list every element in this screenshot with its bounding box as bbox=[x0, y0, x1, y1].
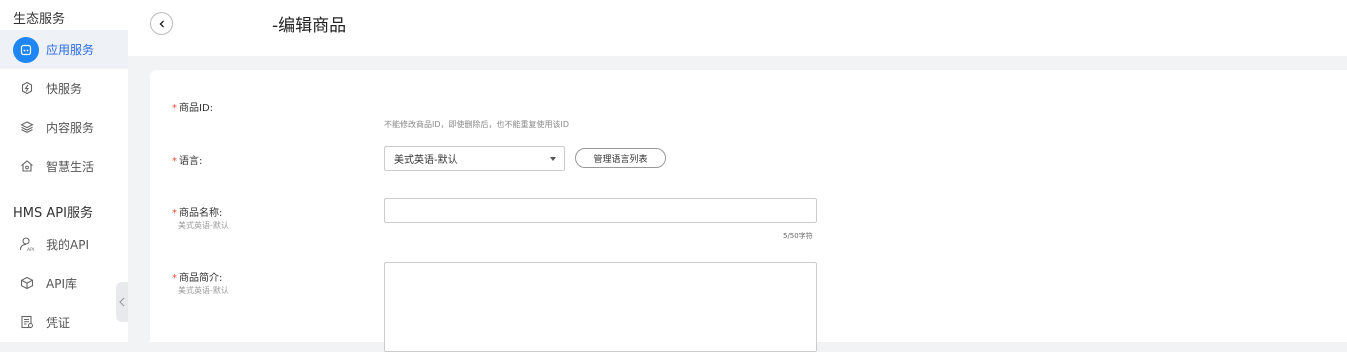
sidebar-item-label: API库 bbox=[46, 276, 77, 291]
product-id-hint: 不能修改商品ID，即使删除后，也不能重复使用该ID bbox=[384, 120, 570, 129]
sidebar: 生态服务 应用服务 快服务 内容服务 智慧生活 HMS API服务 API 我的… bbox=[0, 0, 128, 342]
content-services-icon bbox=[19, 119, 35, 135]
sidebar-item-smart-home[interactable]: 智慧生活 bbox=[0, 147, 128, 185]
sidebar-group-title: 生态服务 bbox=[13, 12, 66, 27]
chevron-left-icon bbox=[119, 297, 125, 307]
manage-languages-button[interactable]: 管理语言列表 bbox=[575, 148, 666, 168]
api-library-icon bbox=[19, 275, 35, 291]
sidebar-item-my-api[interactable]: API 我的API bbox=[0, 225, 128, 263]
my-api-icon: API bbox=[19, 236, 35, 252]
language-select[interactable]: 美式英语-默认 bbox=[384, 146, 565, 171]
product-name-label: * 商品名称: bbox=[172, 208, 223, 219]
product-name-input[interactable] bbox=[384, 198, 817, 223]
sidebar-item-quick-services[interactable]: 快服务 bbox=[0, 69, 128, 107]
credentials-icon bbox=[19, 314, 35, 330]
edit-product-form: * 商品ID: 不能修改商品ID，即使删除后，也不能重复使用该ID * 语言: 美式… bbox=[150, 70, 1347, 352]
product-id-label: * 商品ID: bbox=[172, 103, 214, 114]
language-selected-value: 美式英语-默认 bbox=[394, 155, 458, 166]
sidebar-group-title: HMS API服务 bbox=[13, 206, 93, 221]
sidebar-item-label: 智慧生活 bbox=[46, 159, 95, 174]
sidebar-item-label: 应用服务 bbox=[46, 43, 95, 57]
sidebar-item-credentials[interactable]: 凭证 bbox=[0, 303, 128, 341]
back-button[interactable] bbox=[150, 12, 173, 35]
smart-home-icon bbox=[19, 158, 35, 174]
quick-services-icon bbox=[19, 80, 35, 96]
sidebar-item-label: 快服务 bbox=[46, 81, 83, 96]
sidebar-item-label: 内容服务 bbox=[46, 120, 95, 135]
sidebar-item-content-services[interactable]: 内容服务 bbox=[0, 108, 128, 146]
sidebar-item-api-library[interactable]: API库 bbox=[0, 264, 128, 302]
sidebar-collapse-button[interactable] bbox=[116, 282, 128, 322]
product-name-sublabel: 美式英语-默认 bbox=[178, 221, 229, 230]
language-label: * 语言: bbox=[172, 156, 203, 167]
chevron-left-icon bbox=[159, 20, 164, 27]
sidebar-item-label: 我的API bbox=[46, 237, 89, 252]
sidebar-item-label: 凭证 bbox=[46, 315, 71, 330]
header-bar: -编辑商品 bbox=[128, 0, 1347, 56]
product-desc-sublabel: 美式英语-默认 bbox=[178, 286, 229, 295]
sidebar-item-app-services[interactable]: 应用服务 bbox=[0, 30, 128, 69]
svg-text:API: API bbox=[27, 247, 34, 252]
product-desc-label: * 商品简介: bbox=[172, 273, 223, 284]
product-desc-textarea[interactable] bbox=[384, 262, 817, 352]
app-services-icon bbox=[13, 36, 39, 63]
product-name-char-counter: 5/50字符 bbox=[783, 232, 813, 240]
caret-down-icon bbox=[550, 157, 556, 161]
page-title: -编辑商品 bbox=[272, 16, 347, 36]
